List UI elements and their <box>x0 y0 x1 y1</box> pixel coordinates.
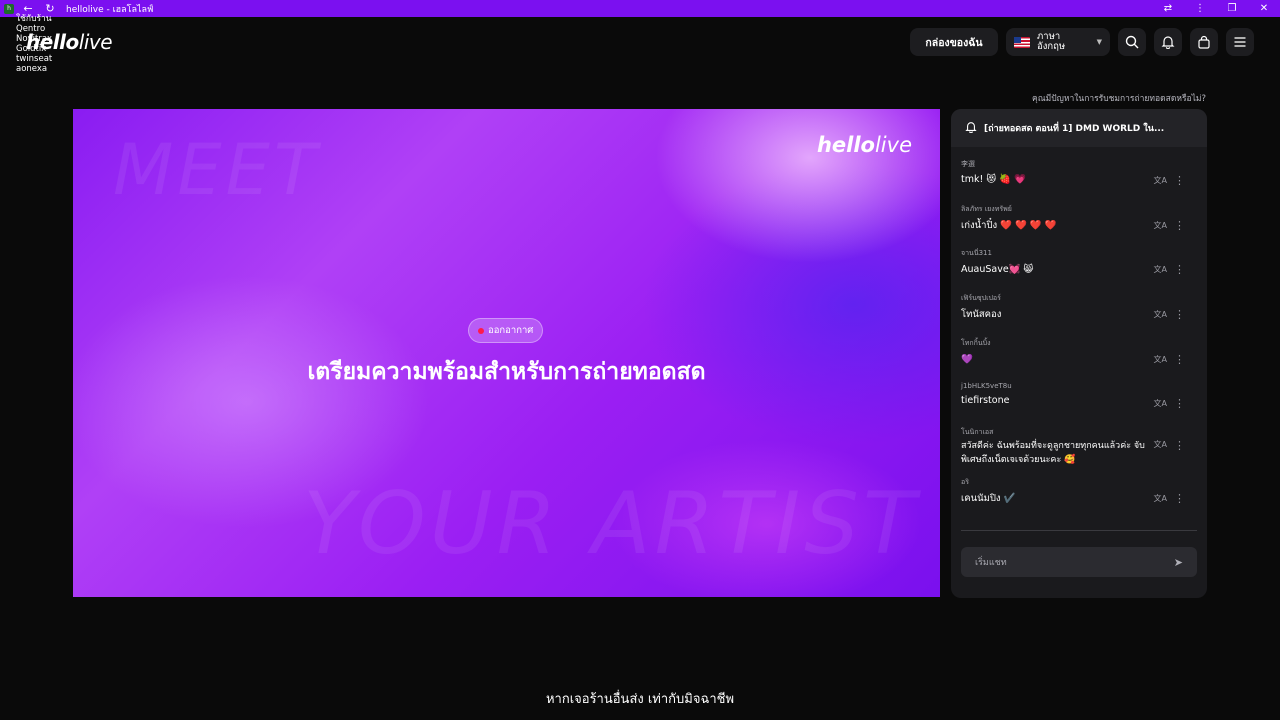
us-flag-icon <box>1014 36 1030 48</box>
my-box-button[interactable]: กล่องของฉัน <box>910 28 998 56</box>
translate-icon[interactable]: 文A <box>1154 264 1167 275</box>
chat-message: เฟิร์นซุปเปอร์ โทนัสคอง 文A ⋮ <box>961 293 1207 338</box>
bag-icon <box>1198 35 1210 49</box>
live-dot-icon <box>478 327 484 334</box>
overlay-line: aonexa <box>16 64 48 74</box>
browser-menu-icon[interactable]: ⋮ <box>1184 3 1216 14</box>
restore-window-icon[interactable]: ❐ <box>1216 3 1248 14</box>
chat-panel: [ถ่ายทอดสด ตอนที่ 1] DMD WORLD ใน... 李選 … <box>951 109 1207 598</box>
menu-button[interactable] <box>1226 28 1254 56</box>
chat-username: 李選 <box>961 160 975 168</box>
search-button[interactable] <box>1118 28 1146 56</box>
chat-alert-icon <box>964 121 977 136</box>
language-selector[interactable]: ภาษาอังกฤษ ▼ <box>1006 28 1110 56</box>
live-status-badge: ออกอากาศ <box>468 318 544 343</box>
video-subtitle: หากเจอร้านอื่นส่ง เท่ากับมิจฉาชีพ <box>545 692 735 707</box>
browser-title-bar: h ← ↻ hellolive - เฮลโลไลฟ์ ⇄ ⋮ ❐ ✕ <box>0 0 1280 17</box>
translate-icon[interactable]: 文A <box>1154 398 1167 409</box>
player-logo-light: live <box>874 133 912 157</box>
overlay-line: twinseat <box>16 54 53 64</box>
logo-light: live <box>78 30 113 54</box>
bg-word-artist: YOUR ARTIST <box>303 474 920 574</box>
translate-icon[interactable]: 文A <box>1154 175 1167 186</box>
hellolive-logo[interactable]: hellolive <box>26 30 113 54</box>
more-options-icon[interactable]: ⋮ <box>1174 263 1185 276</box>
chat-message: ลิลภัทร เยงทรัพย์ เก่งน้ำปิ๋ง ❤️ ❤️ ❤️ ❤… <box>961 204 1207 249</box>
more-options-icon[interactable]: ⋮ <box>1174 439 1185 452</box>
site-favicon-icon: h <box>4 3 14 14</box>
chat-username: เฟิร์นซุปเปอร์ <box>961 294 1001 303</box>
chat-message: โนนิกาเอส สวัสดีค่ะ ฉันพร้อมที่จะดูลูกชา… <box>961 427 1207 477</box>
chat-message: จานนี่311 AuauSave💓 😸 文A ⋮ <box>961 248 1207 293</box>
player-watermark-logo: hellolive <box>817 133 912 157</box>
chevron-down-icon: ▼ <box>1096 38 1102 46</box>
player-logo-bold: hello <box>816 133 875 157</box>
chat-input-placeholder: เริ่มแชท <box>975 558 1007 568</box>
logo-bold: hello <box>26 30 79 54</box>
send-icon[interactable]: ➤ <box>1174 556 1183 569</box>
live-badge-label: ออกอากาศ <box>488 325 534 336</box>
chat-message: 李選 tmk! 😻 🍓 💗 文A ⋮ <box>961 159 1207 204</box>
chat-username: โทกกิ้นบิ้ง <box>961 338 991 347</box>
header-actions: กล่องของฉัน ภาษาอังกฤษ ▼ <box>910 28 1254 56</box>
translate-icon[interactable]: 文A <box>1154 493 1167 504</box>
more-options-icon[interactable]: ⋮ <box>1174 308 1185 321</box>
viewing-help-link[interactable]: คุณมีปัญหาในการรับชมการถ่ายทอดสดหรือไม่? <box>1032 91 1206 105</box>
chat-message: โทกกิ้นบิ้ง 💜 文A ⋮ <box>961 338 1207 383</box>
chat-title: [ถ่ายทอดสด ตอนที่ 1] DMD WORLD ใน... <box>984 124 1165 134</box>
chat-text: 💜 <box>961 353 973 365</box>
chat-text: AuauSave💓 😸 <box>961 264 1034 276</box>
close-window-icon[interactable]: ✕ <box>1248 3 1280 14</box>
more-options-icon[interactable]: ⋮ <box>1174 219 1185 232</box>
chat-username: อริ <box>961 478 969 487</box>
chat-text: เก่งน้ำปิ๋ง ❤️ ❤️ ❤️ ❤️ <box>961 219 1057 231</box>
translate-icon[interactable]: 文A <box>1154 354 1167 365</box>
chat-message: j1bHLK5veT8u tiefirstone 文A ⋮ <box>961 382 1207 427</box>
chat-text: เคนนัมปิง ✔️ <box>961 493 1016 505</box>
cart-button[interactable] <box>1190 28 1218 56</box>
chat-divider <box>961 530 1197 531</box>
translate-icon[interactable]: 文A <box>1154 439 1167 450</box>
chat-text: โทนัสคอง <box>961 309 1002 321</box>
chat-text: tmk! 😻 🍓 💗 <box>961 174 1026 185</box>
chat-username: j1bHLK5veT8u <box>961 382 1012 391</box>
chat-text: สวัสดีค่ะ ฉันพร้อมที่จะดูลูกชายทุกคนแล้ว… <box>961 441 1145 466</box>
bg-word-meet: MEET <box>113 129 321 211</box>
chat-message-list: 李選 tmk! 😻 🍓 💗 文A ⋮ ลิลภัทร เยงทรัพย์ เก่… <box>951 147 1207 522</box>
search-icon <box>1125 35 1139 49</box>
more-options-icon[interactable]: ⋮ <box>1174 397 1185 410</box>
overlay-line: ใช้กับร้าน <box>16 14 52 24</box>
chat-header: [ถ่ายทอดสด ตอนที่ 1] DMD WORLD ใน... <box>951 109 1207 147</box>
more-options-icon[interactable]: ⋮ <box>1174 174 1185 187</box>
notifications-button[interactable] <box>1154 28 1182 56</box>
chat-username: จานนี่311 <box>961 249 992 258</box>
translate-icon[interactable]: 文A <box>1154 309 1167 320</box>
menu-icon <box>1234 37 1246 47</box>
chat-message: อริ เคนนัมปิง ✔️ 文A ⋮ <box>961 477 1207 522</box>
translate-icon[interactable]: 文A <box>1154 220 1167 231</box>
stream-ready-headline: เตรียมความพร้อมสำหรับการถ่ายทอดสด <box>307 359 706 385</box>
bell-icon <box>1161 36 1175 49</box>
chat-username: โนนิกาเอส <box>961 428 994 437</box>
more-options-icon[interactable]: ⋮ <box>1174 492 1185 505</box>
chat-input-field[interactable]: เริ่มแชท ➤ <box>961 547 1197 577</box>
browser-tab-title: hellolive - เฮลโลไลฟ์ <box>66 4 154 15</box>
translate-page-icon[interactable]: ⇄ <box>1152 3 1184 14</box>
chat-text: tiefirstone <box>961 395 1010 407</box>
chat-username: ลิลภัทร เยงทรัพย์ <box>961 204 1012 213</box>
video-player[interactable]: MEET YOUR ARTIST hellolive ออกอากาศ เตรี… <box>73 109 940 597</box>
language-label: ภาษาอังกฤษ <box>1037 31 1066 52</box>
more-options-icon[interactable]: ⋮ <box>1174 353 1185 366</box>
